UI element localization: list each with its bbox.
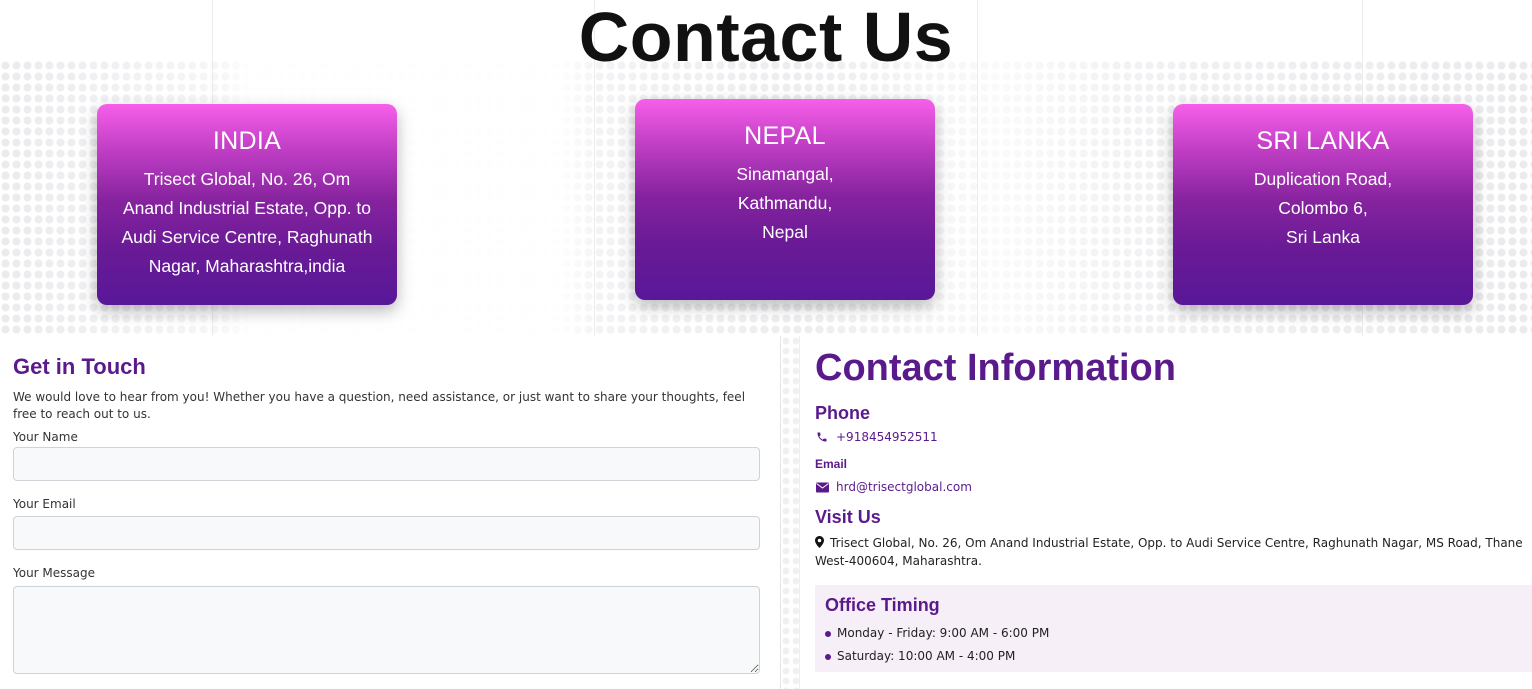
form-description: We would love to hear from you! Whether … [13,390,746,421]
address-text: Trisect Global, No. 26, Om Anand Industr… [815,536,1523,568]
map-pin-icon [815,536,826,553]
phone-row: +918454952511 [815,430,938,444]
visit-heading: Visit Us [815,507,881,527]
contact-form: Get in Touch We would love to hear from … [13,350,761,674]
timing-item: Monday - Friday: 9:00 AM - 6:00 PM [825,622,1522,645]
message-label: Your Message [13,566,96,580]
email-link[interactable]: hrd@trisectglobal.com [836,480,972,494]
office-card-nepal: NEPAL Sinamangal, Kathmandu, Nepal [635,99,935,300]
office-timing-panel: Office Timing Monday - Friday: 9:00 AM -… [815,585,1532,672]
office-country: SRI LANKA [1256,127,1390,155]
email-heading: Email [815,457,848,471]
office-address: Trisect Global, No. 26, Om Anand Industr… [121,169,373,276]
form-title: Get in Touch [13,354,146,379]
visit-address: Trisect Global, No. 26, Om Anand Industr… [815,535,1525,570]
email-row: hrd@trisectglobal.com [815,480,972,494]
contact-information: Contact Information Phone +918454952511 … [815,346,1532,672]
timing-heading: Office Timing [825,595,940,615]
email-label: Your Email [13,497,76,511]
phone-heading: Phone [815,403,871,423]
bullet-icon [825,630,831,637]
hero-section: Contact Us INDIA Trisect Global, No. 26,… [0,0,1532,336]
email-input[interactable] [13,516,760,550]
office-card-india: INDIA Trisect Global, No. 26, Om Anand I… [97,104,397,305]
contact-info-title: Contact Information [815,347,1176,389]
office-country: INDIA [212,127,282,155]
timing-item: Saturday: 10:00 AM - 4:00 PM [825,645,1522,668]
name-input[interactable] [13,447,760,481]
message-textarea[interactable] [13,586,760,674]
name-label: Your Name [13,430,78,444]
office-card-sri-lanka: SRI LANKA Duplication Road, Colombo 6, S… [1173,104,1473,305]
phone-icon [815,430,829,444]
office-country: NEPAL [744,122,826,150]
office-address: Sinamangal, Kathmandu, Nepal [736,164,834,242]
phone-link[interactable]: +918454952511 [836,430,938,444]
bullet-icon [825,653,831,660]
envelope-icon [815,480,829,494]
office-address: Duplication Road, Colombo 6, Sri Lanka [1253,169,1393,247]
page-title: Contact Us [578,0,954,76]
